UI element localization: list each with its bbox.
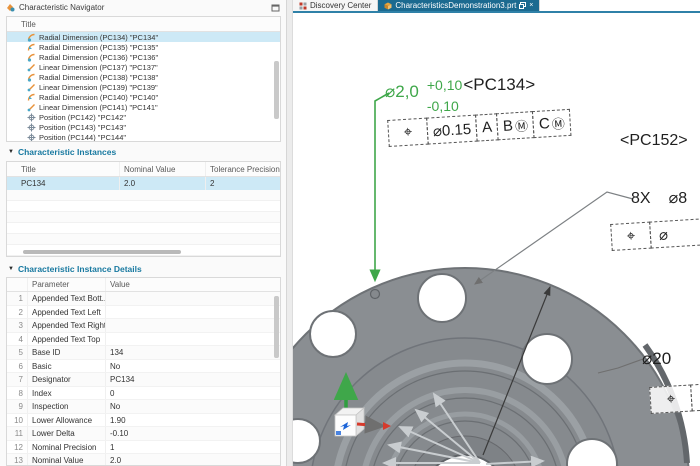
col-title: Title <box>21 165 36 174</box>
tree-column-header: Title <box>7 17 280 32</box>
position-symbol: ⌖ <box>610 221 652 251</box>
detail-row[interactable]: 2 Appended Text Left <box>7 305 280 319</box>
details-header-row: Parameter Value <box>7 278 280 292</box>
radial-dimension-icon <box>27 53 35 62</box>
tolerance-stack: +0,10 -0,10 <box>427 75 462 117</box>
instances-hscrollbar[interactable] <box>23 250 181 254</box>
diameter-value: ⌀2,0 <box>385 82 419 101</box>
close-tab-icon[interactable]: × <box>529 2 533 9</box>
radial-dimension-icon <box>27 43 35 51</box>
details-section-header[interactable]: ▼ Characteristic Instance Details <box>8 264 142 274</box>
tab-discovery-center[interactable]: Discovery Center <box>293 0 379 11</box>
empty-row <box>7 223 280 234</box>
feature-control-frame-holes[interactable]: ⌖ ⌀ <box>610 217 700 251</box>
linear-dimension-icon <box>27 83 35 91</box>
detail-row[interactable]: 6 Basic No <box>7 359 280 373</box>
position-symbol: ⌖ <box>649 384 693 414</box>
tree-item-pc139[interactable]: Linear Dimension (PC139) "PC139" <box>7 82 280 92</box>
details-scrollbar[interactable] <box>274 296 279 358</box>
collapse-triangle-icon: ▼ <box>8 266 14 272</box>
empty-row <box>7 201 280 212</box>
datum-a: A <box>475 113 499 142</box>
radial-dimension-icon <box>27 73 35 82</box>
pmi-dimension-dia20[interactable]: ⌀20 <box>642 349 671 369</box>
detail-row[interactable]: 8 Index 0 <box>7 386 280 400</box>
datum-b: B Ⓜ <box>496 111 535 141</box>
discovery-center-icon <box>299 2 307 9</box>
col-nominal-value: Nominal Value <box>119 162 205 176</box>
instance-row-pc134[interactable]: PC134 2.0 2 <box>7 177 280 190</box>
tree-item-pc135[interactable]: Radial Dimension (PC135) "PC135" <box>7 42 280 52</box>
datum-c: C Ⓜ <box>532 108 572 139</box>
application-window: Characteristic Navigator Title Radial Di… <box>0 0 700 466</box>
tree-scrollbar[interactable] <box>274 61 279 119</box>
characteristic-instances-table: Title Nominal Value Tolerance Precision … <box>6 161 281 257</box>
characteristic-navigator-panel: Characteristic Navigator Title Radial Di… <box>0 0 287 466</box>
detail-row[interactable]: 9 Inspection No <box>7 400 280 414</box>
pmi-hole-pattern-dimension[interactable]: 8X ⌀8 <box>631 188 687 208</box>
empty-row <box>7 234 280 245</box>
hole-diameter: ⌀8 <box>668 190 688 207</box>
radial-dimension-icon <box>27 93 35 101</box>
characteristic-navigator-icon <box>7 4 15 12</box>
linear-dimension-icon <box>27 103 35 111</box>
graphics-viewport[interactable]: ⌀2,0 +0,10 -0,10 <PC134> ⌖ ⌀0.15 A B Ⓜ C Ⓜ… <box>293 15 700 466</box>
pmi-dimension-pc134[interactable]: ⌀2,0 +0,10 -0,10 <PC134> <box>385 75 535 117</box>
tree-item-pc136[interactable]: Radial Dimension (PC136) "PC136" <box>7 52 280 62</box>
detail-row[interactable]: 7 Designator PC134 <box>7 373 280 387</box>
tree-item-pc143[interactable]: Position (PC143) "PC143" <box>7 122 280 132</box>
characteristic-tree: Title Radial Dimension (PC134) "PC134" R… <box>6 16 281 142</box>
main-view: Discovery Center CharacteristicsDemonstr… <box>293 0 700 466</box>
detail-row[interactable]: 5 Base ID 134 <box>7 346 280 360</box>
position-icon <box>27 113 36 121</box>
radial-dimension-icon <box>27 33 35 42</box>
tree-item-pc142[interactable]: Position (PC142) "PC142" <box>7 112 280 122</box>
empty-row <box>7 212 280 223</box>
tree-item-pc138[interactable]: Radial Dimension (PC138) "PC138" <box>7 72 280 82</box>
instances-header-row: Title Nominal Value Tolerance Precision <box>7 162 280 177</box>
instances-section-header[interactable]: ▼ Characteristic Instances <box>8 147 116 157</box>
upper-tolerance: +0,10 <box>426 77 463 93</box>
part-file-icon <box>384 2 392 10</box>
linear-dimension-icon <box>27 63 35 71</box>
position-icon <box>27 123 36 131</box>
material-modifier-icon: Ⓜ <box>514 118 529 135</box>
detail-row[interactable]: 3 Appended Text Right <box>7 319 280 333</box>
detail-row[interactable]: 13 Nominal Value 2.0 <box>7 454 280 465</box>
tolerance-zone: ⌀ <box>649 217 700 249</box>
tolerance-zone: ⌀0.15 <box>426 114 478 145</box>
collapse-triangle-icon: ▼ <box>8 149 14 155</box>
col-value: Value <box>105 278 280 291</box>
detail-row[interactable]: 12 Nominal Precision 1 <box>7 440 280 454</box>
panel-titlebar: Characteristic Navigator <box>0 0 286 15</box>
lower-tolerance: -0,10 <box>426 98 459 114</box>
detail-row[interactable]: 11 Lower Delta -0.10 <box>7 427 280 441</box>
float-tab-icon[interactable] <box>519 2 527 9</box>
detail-row[interactable]: 1 Appended Text Bott... <box>7 292 280 306</box>
position-icon <box>27 133 36 141</box>
hole-count: 8X <box>631 190 651 207</box>
feature-control-frame-dia20[interactable]: ⌖ <box>649 382 700 414</box>
detail-row[interactable]: 10 Lower Allowance 1.90 <box>7 413 280 427</box>
panel-title: Characteristic Navigator <box>19 3 105 12</box>
col-parameter: Parameter <box>27 278 105 291</box>
empty-row <box>7 190 280 201</box>
detail-row[interactable]: 4 Appended Text Top <box>7 332 280 346</box>
view-tabbar: Discovery Center CharacteristicsDemonstr… <box>293 0 700 13</box>
tree-item-pc134[interactable]: Radial Dimension (PC134) "PC134" <box>7 32 280 42</box>
characteristic-instance-details-table: Parameter Value 1 Appended Text Bott... 2… <box>6 277 281 466</box>
tree-item-pc141[interactable]: Linear Dimension (PC141) "PC141" <box>7 102 280 112</box>
tree-rows: Radial Dimension (PC134) "PC134" Radial … <box>7 32 280 141</box>
pc134-tag: <PC134> <box>463 75 536 94</box>
position-symbol: ⌖ <box>387 117 429 147</box>
tab-part-file[interactable]: CharacteristicsDemonstration3.prt × <box>378 0 541 11</box>
float-panel-icon[interactable] <box>271 4 280 12</box>
col-tolerance-precision: Tolerance Precision <box>205 162 280 176</box>
material-modifier-icon: Ⓜ <box>551 116 566 132</box>
tree-item-pc140[interactable]: Radial Dimension (PC140) "PC140" <box>7 92 280 102</box>
tolerance-zone <box>690 382 700 412</box>
pc152-tag: <PC152> <box>620 132 688 149</box>
tree-item-pc144[interactable]: Position (PC144) "PC144" <box>7 132 280 141</box>
tree-item-pc137[interactable]: Linear Dimension (PC137) "PC137" <box>7 62 280 72</box>
